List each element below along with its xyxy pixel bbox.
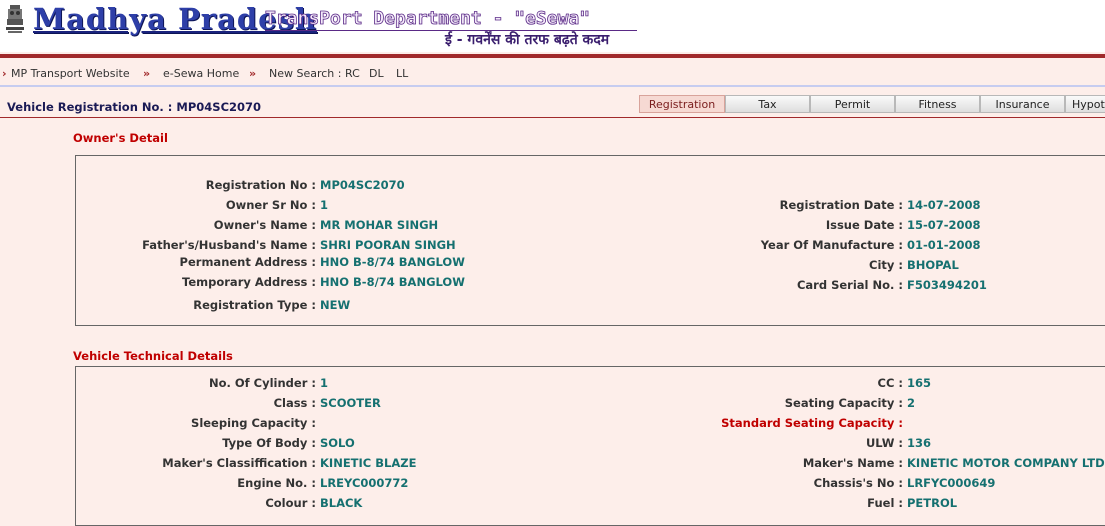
tech-field-label: No. Of Cylinder : (209, 376, 316, 390)
national-emblem-icon (6, 5, 24, 33)
nav-arrow-icon: » (249, 67, 257, 80)
header-divider (0, 54, 1105, 58)
owner-field-value: 01-01-2008 (907, 238, 981, 252)
tech-field-value: BLACK (320, 496, 363, 510)
site-header: Madhya Pradesh TransPort Department - "e… (0, 0, 1105, 52)
tech-field-value: 136 (907, 436, 932, 450)
nav-link-dl[interactable]: DL (369, 67, 384, 80)
top-nav: › MP Transport Website » e-Sewa Home » N… (0, 60, 1105, 86)
tech-field-value: PETROL (907, 496, 958, 510)
nav-arrow-icon: › (2, 67, 7, 80)
nav-link-esewa-home[interactable]: e-Sewa Home (163, 67, 239, 80)
owner-field-value: NEW (320, 298, 351, 312)
owner-field-label: Issue Date : (825, 218, 903, 232)
owner-field-value: 15-07-2008 (907, 218, 981, 232)
tech-field-label: Maker's Classiffication : (162, 456, 316, 470)
owner-field-label: Registration Type : (193, 298, 316, 312)
owner-field-label: Registration No : (205, 178, 316, 192)
owner-field-value: MP04SC2070 (320, 178, 405, 192)
nav-link-mp-transport[interactable]: MP Transport Website (11, 67, 130, 80)
tech-field-label: ULW : (865, 436, 903, 450)
tech-field-value: LREYC000772 (320, 476, 409, 490)
owner-field-value: BHOPAL (907, 258, 959, 272)
owner-field-label: City : (869, 258, 903, 272)
owner-field-value: HNO B-8/74 BANGLOW (320, 255, 465, 269)
vehicle-registration-heading: Vehicle Registration No. : MP04SC2070 (7, 100, 261, 114)
tab-permit[interactable]: Permit (810, 95, 895, 113)
tech-field-value: KINETIC MOTOR COMPANY LTD (907, 456, 1105, 470)
tech-field-value: KINETIC BLAZE (320, 456, 417, 470)
tech-field-label: CC : (877, 376, 903, 390)
nav-new-search-label: New Search : (269, 67, 342, 80)
tech-field-label: Colour : (265, 496, 316, 510)
owner-field-label: Temporary Address : (182, 275, 316, 289)
tech-field-value: LRFYC000649 (907, 476, 996, 490)
tech-field-label: Standard Seating Capacity : (721, 416, 903, 430)
tabs-divider (0, 117, 1105, 118)
tech-field-value: 2 (907, 396, 916, 410)
tab-insurance[interactable]: Insurance (980, 95, 1065, 113)
owner-field-label: Permanent Address : (179, 255, 316, 269)
owner-field-value: 1 (320, 198, 329, 212)
owner-field-value: F503494201 (907, 278, 987, 292)
vehicle-registration-number: MP04SC2070 (176, 100, 262, 114)
tab-tax[interactable]: Tax (725, 95, 810, 113)
tab-fitness[interactable]: Fitness (895, 95, 980, 113)
tech-field-value: 165 (907, 376, 932, 390)
owner-field-label: Year Of Manufacture : (760, 238, 903, 252)
tech-field-label: Fuel : (867, 496, 903, 510)
tech-field-value: SOLO (320, 436, 355, 450)
tagline-hindi: ई - गवर्नेंस की तरफ बढ़ते कदम (445, 32, 610, 48)
tech-field-label: Maker's Name : (802, 456, 903, 470)
owner-field-value: 14-07-2008 (907, 198, 981, 212)
tech-field-label: Type Of Body : (222, 436, 316, 450)
tab-registration[interactable]: Registration (639, 95, 725, 113)
owner-field-label: Owner Sr No : (225, 198, 316, 212)
vehicle-registration-label: Vehicle Registration No. : (7, 100, 173, 114)
owner-field-label: Owner's Name : (213, 218, 316, 232)
owner-field-label: Father's/Husband's Name : (142, 238, 316, 252)
owner-detail-title: Owner's Detail (73, 131, 168, 145)
nav-link-rc[interactable]: RC (345, 67, 360, 80)
tab-hypothecation[interactable]: Hypoth (1065, 95, 1105, 113)
tech-field-value: SCOOTER (320, 396, 381, 410)
owner-field-value: MR MOHAR SINGH (320, 218, 439, 232)
tech-field-value: 1 (320, 376, 329, 390)
tech-field-label: Engine No. : (237, 476, 316, 490)
tech-field-label: Class : (273, 396, 316, 410)
nav-link-ll[interactable]: LL (396, 67, 408, 80)
owner-field-label: Card Serial No. : (796, 278, 903, 292)
nav-divider (0, 85, 1105, 87)
tech-field-label: Seating Capacity : (784, 396, 903, 410)
owner-field-value: SHRI POORAN SINGH (320, 238, 456, 252)
owner-field-label: Registration Date : (779, 198, 903, 212)
department-title: TransPort Department - "eSewa" (265, 8, 591, 30)
technical-detail-title: Vehicle Technical Details (73, 349, 233, 363)
tech-field-label: Chassis's No : (813, 476, 903, 490)
owner-field-value: HNO B-8/74 BANGLOW (320, 275, 465, 289)
tech-field-label: Sleeping Capacity : (191, 416, 316, 430)
nav-arrow-icon: » (143, 67, 151, 80)
